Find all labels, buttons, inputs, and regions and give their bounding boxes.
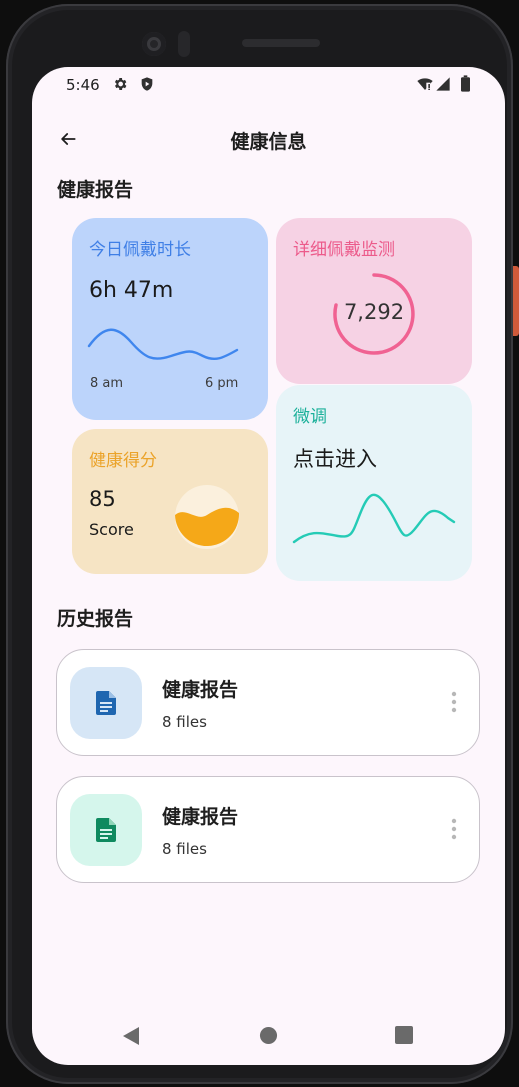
wear-monitor-title: 详细佩戴监测	[293, 240, 395, 260]
gear-icon	[114, 78, 127, 90]
history-item-count: 8 files	[162, 713, 207, 731]
health-score-unit: Score	[89, 520, 134, 539]
section-title-report: 健康报告	[57, 179, 134, 201]
axis-start-label: 8 am	[90, 376, 124, 391]
wear-duration-value: 6h 47m	[89, 278, 174, 303]
wifi-icon	[417, 78, 433, 90]
wear-duration-sparkline	[87, 328, 239, 361]
screen: 5:46 健康信息 健康报告 今日佩戴时长 6h 47m 8 am 6 pm 详…	[32, 67, 505, 1065]
fine-tune-card[interactable]: 微调 点击进入	[276, 385, 472, 581]
page-title: 健康信息	[230, 131, 307, 153]
sheet-icon-tile	[70, 794, 142, 866]
status-time: 5:46	[66, 76, 100, 94]
document-icon-tile	[70, 667, 142, 739]
proximity-sensor	[178, 31, 190, 57]
health-score-card[interactable]: 健康得分 85 Score	[72, 429, 268, 574]
health-score-title: 健康得分	[89, 451, 157, 471]
shield-icon	[141, 77, 153, 91]
history-item-name: 健康报告	[162, 806, 239, 828]
power-button	[513, 266, 519, 336]
wear-duration-title: 今日佩戴时长	[89, 240, 191, 260]
fine-tune-title: 微调	[293, 407, 327, 427]
earpiece-speaker	[242, 39, 320, 47]
axis-end-label: 6 pm	[205, 376, 239, 391]
more-vert-icon[interactable]	[451, 691, 457, 713]
wear-monitor-card[interactable]: 详细佩戴监测 7,292	[276, 218, 472, 384]
phone-frame: 5:46 健康信息 健康报告 今日佩戴时长 6h 47m 8 am 6 pm 详…	[6, 4, 519, 1084]
fine-tune-action: 点击进入	[293, 447, 377, 471]
battery-icon	[461, 75, 470, 92]
nav-home-icon[interactable]	[259, 1026, 278, 1045]
wear-duration-card[interactable]: 今日佩戴时长 6h 47m 8 am 6 pm	[72, 218, 268, 420]
front-camera	[142, 32, 166, 56]
fine-tune-sparkline	[292, 493, 456, 544]
nav-back-icon[interactable]	[121, 1026, 141, 1046]
history-item-count: 8 files	[162, 840, 207, 858]
sheet-icon	[96, 818, 116, 842]
section-title-history: 历史报告	[57, 608, 134, 630]
nav-recents-icon[interactable]	[395, 1026, 413, 1044]
signal-icon	[436, 77, 450, 91]
document-icon	[96, 691, 116, 715]
system-nav-bar	[32, 1017, 505, 1057]
score-fill-gauge	[175, 485, 240, 549]
history-item[interactable]: 健康报告 8 files	[56, 649, 480, 756]
history-item-name: 健康报告	[162, 679, 239, 701]
health-score-value: 85	[89, 487, 116, 511]
wear-monitor-value: 7,292	[343, 300, 405, 324]
status-bar: 5:46	[32, 67, 505, 103]
app-bar: 健康信息	[32, 117, 505, 161]
more-vert-icon[interactable]	[451, 818, 457, 840]
history-item[interactable]: 健康报告 8 files	[56, 776, 480, 883]
